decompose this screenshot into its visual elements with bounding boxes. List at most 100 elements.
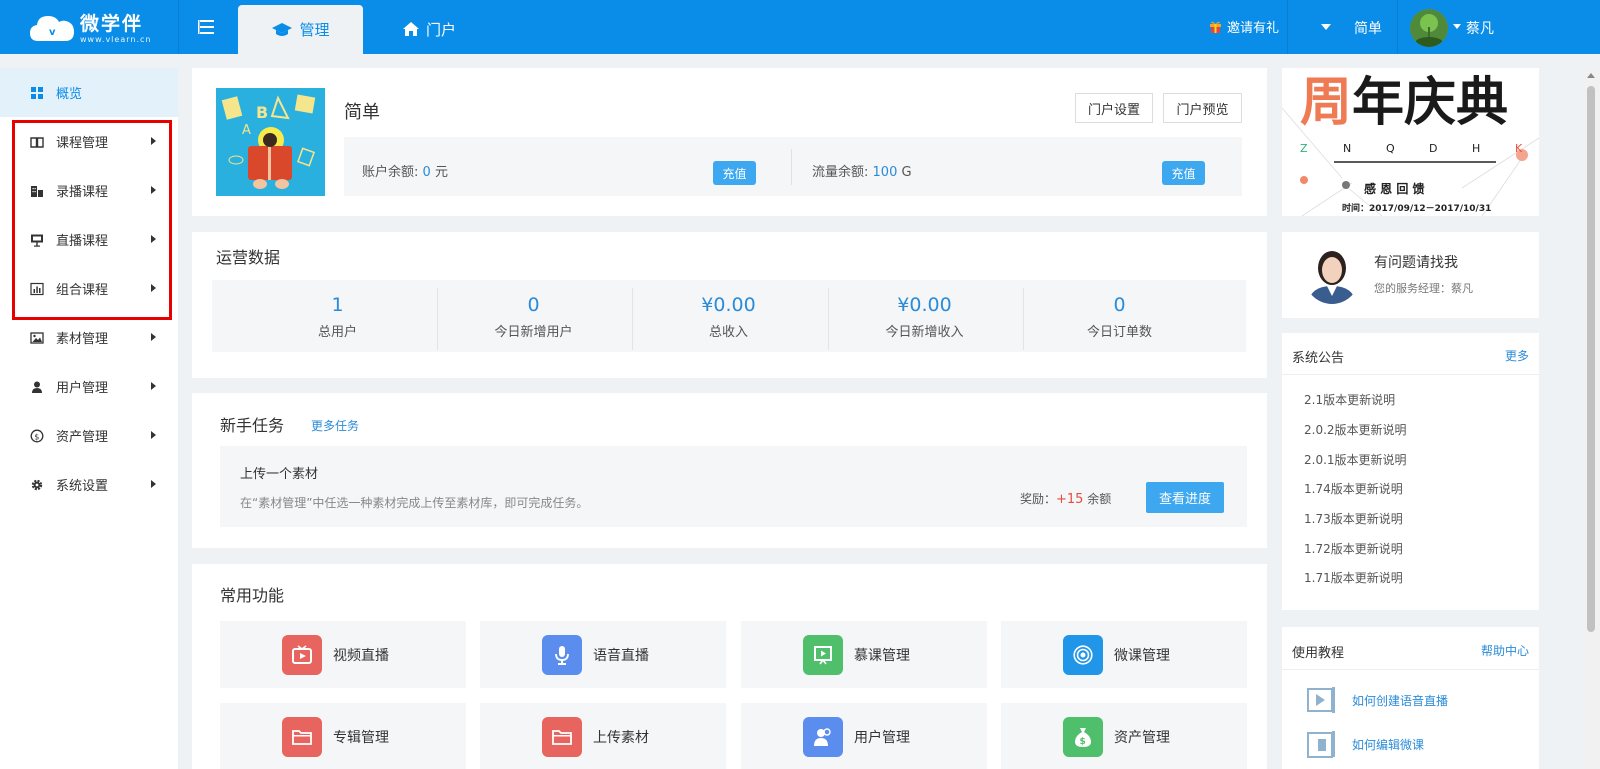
traffic-balance: 流量余额: 100 G	[812, 161, 912, 180]
doc-tutorial-icon	[1304, 729, 1338, 759]
notice-item[interactable]: 1.73版本更新说明	[1304, 510, 1403, 527]
banner-subtitle: 感 恩 回 馈	[1364, 182, 1425, 196]
divider	[178, 0, 179, 54]
help-center-link[interactable]: 帮助中心	[1481, 642, 1529, 659]
functions-panel: 常用功能 视频直播 语音直播 慕课管理 微课管理 专辑管理 上传素材 用户管理 …	[192, 564, 1267, 769]
stat-value: 0	[527, 294, 540, 316]
sidebar-item-assets[interactable]: $ 资产管理	[0, 411, 178, 460]
tv-play-icon	[282, 634, 322, 675]
chevron-down-icon[interactable]	[1453, 24, 1461, 29]
balance-unit: 元	[434, 165, 448, 180]
portal-preview-button[interactable]: 门户预览	[1163, 93, 1242, 123]
sidebar: 概览 课程管理 录播课程 直播课程 组合课程 素材管理 用户管理 $ 资产管理 …	[0, 68, 178, 769]
notice-panel: 系统公告 更多 2.1版本更新说明 2.0.2版本更新说明 2.0.1版本更新说…	[1282, 333, 1539, 610]
reward-value: +15	[1056, 492, 1084, 507]
func-upload-material[interactable]: 上传素材	[480, 703, 726, 769]
notice-item[interactable]: 1.71版本更新说明	[1304, 569, 1403, 586]
stat-label: 今日新增收入	[885, 325, 964, 340]
reward-label: 奖励：	[1020, 492, 1057, 506]
image-icon	[30, 331, 44, 345]
stat-total-income: ¥0.00 总收入	[631, 280, 826, 350]
coin-icon: $	[30, 429, 44, 443]
sidebar-item-label: 课程管理	[56, 136, 109, 151]
func-microcourse-management[interactable]: 微课管理	[1001, 621, 1247, 688]
svg-text:$: $	[34, 432, 39, 441]
menu-toggle-icon[interactable]	[198, 18, 220, 36]
tab-portal[interactable]: 门户	[402, 18, 456, 40]
divider	[791, 149, 792, 185]
sidebar-item-materials[interactable]: 素材管理	[0, 313, 178, 362]
sidebar-item-label: 组合课程	[56, 283, 109, 298]
tutorial-link[interactable]: 如何创建语音直播	[1352, 692, 1448, 709]
notice-item[interactable]: 1.72版本更新说明	[1304, 540, 1403, 557]
stat-value: ¥0.00	[701, 294, 756, 316]
account-balance: 账户余额: 0 元	[362, 161, 448, 180]
invite-link[interactable]: 邀请有礼	[1209, 17, 1279, 36]
avatar[interactable]	[1410, 9, 1448, 47]
func-label: 用户管理	[854, 729, 910, 746]
contact-title: 有问题请找我	[1374, 255, 1458, 271]
microphone-icon	[542, 634, 582, 675]
notice-item[interactable]: 1.74版本更新说明	[1304, 480, 1403, 497]
tutorial-link[interactable]: 如何编辑微课	[1352, 736, 1424, 753]
notice-item[interactable]: 2.0.1版本更新说明	[1304, 451, 1407, 468]
tab-manage-label: 管理	[299, 21, 330, 39]
sidebar-item-course-management[interactable]: 课程管理	[0, 117, 178, 166]
grid-icon	[30, 86, 44, 100]
tab-manage[interactable]: 管理	[238, 5, 363, 54]
more-tasks-link[interactable]: 更多任务	[311, 417, 359, 434]
func-user-management[interactable]: 用户管理	[741, 703, 987, 769]
func-label: 上传素材	[593, 729, 649, 746]
sidebar-item-label: 直播课程	[56, 234, 109, 249]
task-card: 上传一个素材 在“素材管理”中任选一种素材完成上传至素材库，即可完成任务。 奖励…	[220, 446, 1247, 527]
sidebar-item-recorded-courses[interactable]: 录播课程	[0, 166, 178, 215]
recharge-traffic-button[interactable]: 充值	[1162, 161, 1205, 185]
sidebar-item-settings[interactable]: 系统设置	[0, 460, 178, 509]
org-switch-label[interactable]: 简单	[1354, 18, 1382, 38]
page-scrollbar[interactable]	[1582, 68, 1600, 769]
svg-text:$: $	[1080, 737, 1086, 747]
functions-title: 常用功能	[220, 586, 285, 605]
building-icon	[30, 184, 44, 198]
sidebar-item-bundle-courses[interactable]: 组合课程	[0, 264, 178, 313]
banner-letters: Z N Q D H K	[1300, 142, 1530, 155]
user-icon	[30, 380, 44, 394]
anniversary-banner[interactable]: 周年庆典 Z N Q D H K 感 恩 回 馈 时间：2017/09/12－2…	[1282, 68, 1539, 216]
view-progress-button[interactable]: 查看进度	[1146, 482, 1224, 513]
func-voice-live[interactable]: 语音直播	[480, 621, 726, 688]
scrollbar-thumb[interactable]	[1587, 86, 1595, 632]
org-cover-image: B A	[216, 88, 325, 196]
svg-text:A: A	[242, 123, 251, 138]
func-mooc-management[interactable]: 慕课管理	[741, 621, 987, 688]
stat-value: 0	[1113, 294, 1126, 316]
book-icon	[30, 135, 44, 149]
func-label: 慕课管理	[854, 647, 910, 664]
sidebar-item-overview[interactable]: 概览	[0, 68, 178, 117]
notice-item[interactable]: 2.1版本更新说明	[1304, 391, 1395, 408]
top-navigation-bar: v 微学伴 www.vlearn.cn 管理 门户 邀请有礼 简单 蔡凡	[0, 0, 1600, 54]
home-icon	[403, 22, 419, 36]
notice-more-link[interactable]: 更多	[1505, 347, 1529, 364]
recharge-balance-button[interactable]: 充值	[713, 161, 756, 185]
func-label: 资产管理	[1114, 729, 1170, 746]
func-asset-management[interactable]: $ 资产管理	[1001, 703, 1247, 769]
sidebar-item-live-courses[interactable]: 直播课程	[0, 215, 178, 264]
banner-letter: K	[1515, 142, 1523, 155]
logo-title: 微学伴	[80, 12, 144, 35]
user-name[interactable]: 蔡凡	[1466, 18, 1494, 38]
sidebar-item-label: 用户管理	[56, 381, 109, 396]
divider	[1287, 0, 1288, 54]
chevron-down-icon[interactable]	[1321, 24, 1331, 30]
balance-value: 0	[422, 165, 431, 180]
sidebar-item-users[interactable]: 用户管理	[0, 362, 178, 411]
logo[interactable]: v 微学伴 www.vlearn.cn	[28, 10, 158, 46]
portal-settings-button[interactable]: 门户设置	[1075, 93, 1153, 123]
chevron-right-icon	[151, 284, 156, 292]
func-video-live[interactable]: 视频直播	[220, 621, 466, 688]
func-album-management[interactable]: 专辑管理	[220, 703, 466, 769]
chevron-right-icon	[151, 186, 156, 194]
traffic-value: 100	[872, 165, 898, 180]
notice-item[interactable]: 2.0.2版本更新说明	[1304, 421, 1407, 438]
scroll-up-icon[interactable]	[1587, 73, 1595, 78]
stat-value: ¥0.00	[897, 294, 952, 316]
